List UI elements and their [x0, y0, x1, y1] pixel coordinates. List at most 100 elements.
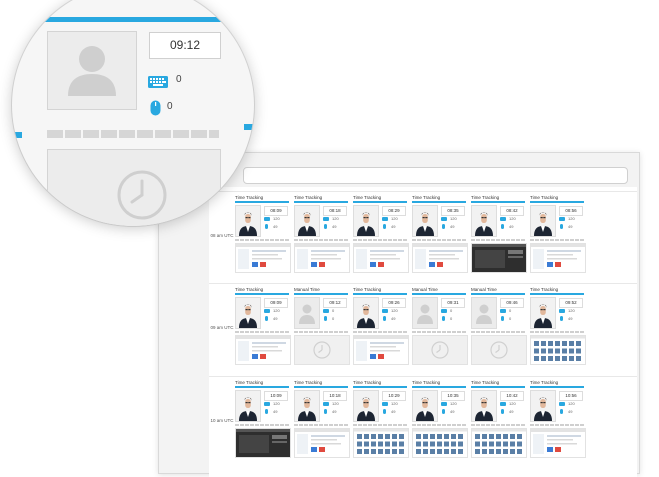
screenshot-time: 10:09: [264, 391, 288, 401]
keyboard-activity-count: 120: [391, 308, 398, 313]
webcam-photo: [295, 391, 319, 421]
screenshot-card[interactable]: Time Tracking 08:29 120 49: [353, 195, 409, 273]
card-title: Time Tracking: [530, 380, 559, 385]
keyboard-activity-count: 0: [450, 308, 453, 313]
screenshot-thumbnail-frame[interactable]: [412, 335, 468, 365]
mouse-icon: [383, 224, 386, 229]
screenshot-thumbnail-frame[interactable]: [235, 335, 291, 365]
screenshot-card[interactable]: Time Tracking 08:35 120 49: [412, 195, 468, 273]
screenshot-time: 08:18: [323, 206, 347, 216]
mouse-icon: [442, 409, 445, 414]
activity-segments: [353, 424, 407, 426]
keyboard-icon: [559, 309, 565, 313]
mouse-activity-count: 49: [332, 224, 337, 229]
keyboard-activity-count: 0: [509, 308, 512, 313]
screenshot-thumbnail-frame[interactable]: [471, 335, 527, 365]
clock-icon: [313, 341, 331, 359]
screenshot-time: 09:12: [149, 32, 221, 59]
screenshot-thumbnail-frame[interactable]: [294, 428, 350, 458]
keyboard-icon: [264, 309, 270, 313]
activity-bar: [235, 201, 289, 203]
screenshot-thumbnail: [413, 429, 467, 457]
hour-divider: [209, 283, 637, 284]
card-title: Time Tracking: [353, 287, 382, 292]
mouse-icon: [383, 409, 386, 414]
screenshot-card[interactable]: Time Tracking 09:52 120 49: [530, 287, 586, 365]
screenshot-thumbnail-frame[interactable]: [412, 243, 468, 273]
screenshot-card[interactable]: Time Tracking 09:26 120 49: [353, 287, 409, 365]
screenshot-card[interactable]: Time Tracking 10:42 120 49: [471, 380, 527, 458]
keyboard-icon: [500, 217, 506, 221]
screenshot-thumbnail: [295, 244, 349, 272]
webcam-photo-placeholder: [47, 31, 137, 110]
screenshot-thumbnail-frame[interactable]: [235, 243, 291, 273]
screenshot-card[interactable]: Manual Time 09:12 0 0: [294, 287, 350, 365]
screenshot-thumbnail-frame[interactable]: [530, 428, 586, 458]
screenshot-thumbnail-frame[interactable]: [353, 335, 409, 365]
screenshot-thumbnail: [413, 244, 467, 272]
screenshot-card[interactable]: Time Tracking 08:56 120 49: [530, 195, 586, 273]
webcam-photo-placeholder: [471, 297, 497, 329]
keyboard-icon: [559, 402, 565, 406]
address-bar[interactable]: [243, 167, 628, 184]
activity-bar: [294, 201, 348, 203]
card-title: Manual Time: [294, 287, 320, 292]
keyboard-icon: [323, 402, 329, 406]
keyboard-activity-count: 120: [332, 216, 339, 221]
activity-segments: [471, 424, 525, 426]
screenshot-thumbnail-frame[interactable]: [353, 428, 409, 458]
screenshot-card[interactable]: Time Tracking 08:42 120 49: [471, 195, 527, 273]
screenshot-thumbnail-frame[interactable]: [530, 243, 586, 273]
screenshot-time: 09:26: [382, 298, 406, 308]
screenshot-card[interactable]: Time Tracking 08:18 120 49: [294, 195, 350, 273]
screenshot-card[interactable]: Time Tracking 10:35 120 49: [412, 380, 468, 458]
screenshot-card[interactable]: Time Tracking 10:56 120 49: [530, 380, 586, 458]
screenshot-card[interactable]: Time Tracking 09:09 120 49: [235, 287, 291, 365]
mouse-icon: [383, 316, 386, 321]
webcam-photo: [413, 391, 437, 421]
screenshot-card[interactable]: Time Tracking 10:18 120 49: [294, 380, 350, 458]
screenshot-card[interactable]: Manual Time 09:31 0 0: [412, 287, 468, 365]
screenshot-time: 10:29: [382, 391, 406, 401]
screenshot-thumbnail-frame[interactable]: [412, 428, 468, 458]
screenshot-time: 09:12: [323, 298, 347, 308]
webcam-photo-frame: [412, 205, 438, 237]
keyboard-icon: [382, 309, 388, 313]
screenshot-time: 08:42: [500, 206, 524, 216]
webcam-photo-frame: [471, 205, 497, 237]
webcam-photo-placeholder: [294, 297, 320, 329]
webcam-photo: [295, 206, 319, 236]
activity-segments: [353, 239, 407, 241]
activity-marker: [12, 132, 22, 138]
mouse-activity-count: 49: [568, 409, 573, 414]
screenshot-thumbnail-frame[interactable]: [353, 243, 409, 273]
screenshot-card[interactable]: Time Tracking 10:29 120 49: [353, 380, 409, 458]
screenshot-thumbnail-frame[interactable]: [530, 335, 586, 365]
keyboard-activity-count: 120: [273, 308, 280, 313]
mouse-activity-count: 49: [332, 409, 337, 414]
keyboard-activity-count: 120: [568, 216, 575, 221]
keyboard-icon: [500, 402, 506, 406]
webcam-photo-frame: [530, 205, 556, 237]
activity-bar: [353, 293, 407, 295]
activity-segments: [235, 331, 289, 333]
screenshot-thumbnail: [354, 429, 408, 457]
screenshot-thumbnail-frame[interactable]: [471, 428, 527, 458]
screenshot-card[interactable]: Time Tracking 10:09 120 49: [235, 380, 291, 458]
screenshot-card[interactable]: Manual Time 09:46 0 0: [471, 287, 527, 365]
screenshot-card[interactable]: Time Tracking 08:09 120 49: [235, 195, 291, 273]
user-placeholder-icon: [413, 298, 437, 328]
keyboard-activity-count: 120: [509, 216, 516, 221]
card-title: Time Tracking: [294, 195, 323, 200]
activity-bar: [412, 201, 466, 203]
screenshot-thumbnail-frame[interactable]: [235, 428, 291, 458]
screenshot-thumbnail-frame[interactable]: [294, 335, 350, 365]
keyboard-activity-count: 0: [332, 308, 335, 313]
webcam-photo-placeholder: [412, 297, 438, 329]
mouse-icon: [324, 224, 327, 229]
mouse-activity-count: 49: [273, 409, 278, 414]
webcam-photo: [531, 206, 555, 236]
screenshot-thumbnail-frame[interactable]: [294, 243, 350, 273]
activity-segments: [412, 331, 466, 333]
screenshot-thumbnail-frame[interactable]: [471, 243, 527, 273]
